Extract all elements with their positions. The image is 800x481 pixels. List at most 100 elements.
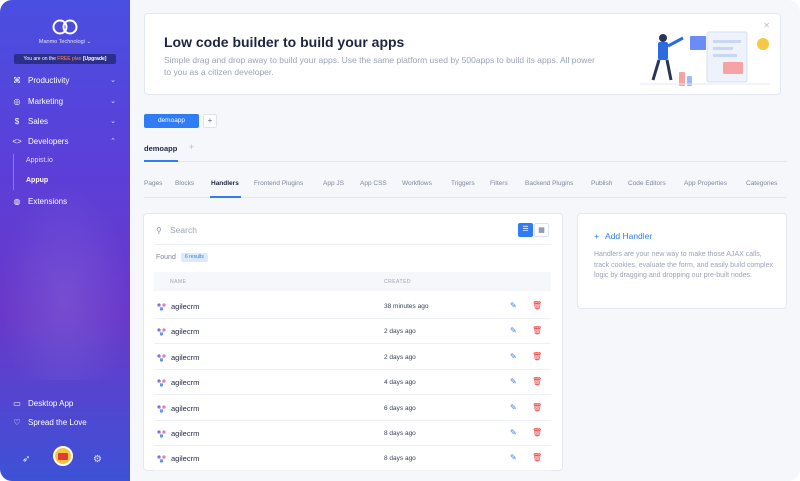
edit-icon[interactable]: ✎ xyxy=(510,326,517,335)
trash-icon[interactable]: 🗑 xyxy=(532,352,542,361)
handler-icon xyxy=(157,354,166,362)
divider xyxy=(144,161,787,162)
tab-handlers[interactable]: Handlers xyxy=(211,180,239,187)
org-name: Manmo Technologi xyxy=(38,39,85,45)
nav-developers[interactable]: <> Developers ⌃ xyxy=(0,133,130,149)
table-row[interactable]: agilecrm 2 days ago ✎ 🗑 xyxy=(154,319,551,345)
tab-filters[interactable]: Filters xyxy=(490,180,508,187)
handler-icon xyxy=(157,404,166,413)
gear-icon[interactable]: ⚙ xyxy=(93,454,102,465)
table-row[interactable]: agilecrm 8 days ago ✎ 🗑 xyxy=(154,421,551,446)
nav-label: Desktop App xyxy=(28,398,74,408)
edit-icon[interactable]: ✎ xyxy=(510,301,517,310)
add-handler-button[interactable]: + Add Handler xyxy=(594,231,652,241)
trash-icon[interactable]: 🗑 xyxy=(532,428,542,437)
handler-name[interactable]: agilecrm xyxy=(171,302,199,311)
avatar[interactable] xyxy=(53,446,73,466)
subnav-divider xyxy=(13,154,14,190)
handlers-list-panel: ⚲ ☰ ▦ Found 6 results NAME CREATED agile… xyxy=(143,213,563,472)
table-row[interactable]: agilecrm 4 days ago ✎ 🗑 xyxy=(154,370,551,396)
monitor-icon: ▭ xyxy=(13,398,21,408)
edit-icon[interactable]: ✎ xyxy=(510,403,517,412)
nav-label: Sales xyxy=(28,116,49,126)
tab-publish[interactable]: Publish xyxy=(591,180,612,187)
edit-icon[interactable]: ✎ xyxy=(510,352,517,361)
tab-categories[interactable]: Categories xyxy=(746,180,777,187)
chevron-down-icon: ⌄ xyxy=(86,39,92,45)
hero-banner: Low code builder to build your apps Simp… xyxy=(144,13,781,95)
hero-title: Low code builder to build your apps xyxy=(164,34,405,50)
nav-label: Spread the Love xyxy=(28,417,87,427)
tab-pages[interactable]: Pages xyxy=(144,180,162,187)
tab-code-editors[interactable]: Code Editors xyxy=(628,180,666,187)
upgrade-link[interactable]: [Upgrade] xyxy=(83,56,107,62)
table-header: NAME CREATED xyxy=(154,272,551,291)
search-icon: ⚲ xyxy=(156,226,162,235)
trash-icon[interactable]: 🗑 xyxy=(532,403,542,412)
chevron-up-icon: ⌃ xyxy=(110,138,116,145)
edit-icon[interactable]: ✎ xyxy=(510,428,517,437)
created-time: 8 days ago xyxy=(384,455,416,463)
nav-desktop-app[interactable]: ▭ Desktop App xyxy=(0,395,130,411)
search-input[interactable] xyxy=(170,223,470,237)
nav-extensions[interactable]: ◍ Extensions xyxy=(0,193,130,209)
table-row[interactable]: agilecrm 6 days ago ✎ 🗑 xyxy=(154,396,551,421)
tab-app-css[interactable]: App CSS xyxy=(360,180,387,187)
divider xyxy=(154,244,551,245)
nav-productivity[interactable]: ⌘ Productivity ⌄ xyxy=(0,72,130,88)
handler-name[interactable]: agilecrm xyxy=(171,429,199,438)
rocket-icon[interactable]: ➶ xyxy=(22,454,30,465)
nav-label: Marketing xyxy=(28,96,64,106)
list-view-button[interactable]: ☰ xyxy=(518,223,533,237)
chevron-down-icon: ⌄ xyxy=(110,77,116,84)
add-tab-icon[interactable]: + xyxy=(189,142,194,152)
tab-app-properties[interactable]: App Properties xyxy=(684,180,727,187)
globe-icon: ◍ xyxy=(13,196,21,206)
app-demoapp-button[interactable]: demoapp xyxy=(144,114,199,128)
created-time: 38 minutes ago xyxy=(384,303,429,310)
handler-name[interactable]: agilecrm xyxy=(171,454,199,463)
tab-workflows[interactable]: Workflows xyxy=(402,180,432,187)
tab-app-js[interactable]: App JS xyxy=(323,180,344,187)
subnav-appup[interactable]: Appup xyxy=(26,177,48,184)
target-icon: ◎ xyxy=(13,96,21,106)
grid-view-button[interactable]: ▦ xyxy=(534,223,549,237)
handler-name[interactable]: agilecrm xyxy=(171,327,199,336)
developer-illustration-icon xyxy=(640,31,770,86)
edit-icon[interactable]: ✎ xyxy=(510,377,517,386)
created-time: 2 days ago xyxy=(384,328,416,336)
tab-triggers[interactable]: Triggers xyxy=(451,180,475,187)
tab-blocks[interactable]: Blocks xyxy=(175,180,194,187)
handler-icon xyxy=(157,303,166,311)
table-row[interactable]: agilecrm 38 minutes ago ✎ 🗑 xyxy=(154,294,551,319)
handler-name[interactable]: agilecrm xyxy=(171,378,199,387)
trash-icon[interactable]: 🗑 xyxy=(532,453,542,462)
table-row[interactable]: agilecrm 8 days ago ✎ 🗑 xyxy=(154,446,551,472)
logo-icon[interactable] xyxy=(52,18,78,36)
trash-icon[interactable]: 🗑 xyxy=(532,301,542,310)
subnav-appist[interactable]: Appist.io xyxy=(26,157,53,164)
found-label: Found xyxy=(156,254,176,261)
trash-icon[interactable]: 🗑 xyxy=(532,377,542,386)
column-header-created[interactable]: CREATED xyxy=(384,279,411,285)
handler-icon xyxy=(157,379,166,387)
results-count-badge: 6 results xyxy=(181,253,208,262)
table-row[interactable]: agilecrm 2 days ago ✎ 🗑 xyxy=(154,345,551,370)
heart-icon: ♡ xyxy=(13,417,21,427)
org-switcher[interactable]: Manmo Technologi ⌄ xyxy=(0,39,130,45)
tab-frontend-plugins[interactable]: Frontend Plugins xyxy=(254,180,303,187)
tab-backend-plugins[interactable]: Backend Plugins xyxy=(525,180,573,187)
handler-name[interactable]: agilecrm xyxy=(171,404,199,413)
edit-icon[interactable]: ✎ xyxy=(510,453,517,462)
handler-name[interactable]: agilecrm xyxy=(171,353,199,362)
tab-demoapp[interactable]: demoapp xyxy=(144,144,177,153)
nav-marketing[interactable]: ◎ Marketing ⌄ xyxy=(0,93,130,109)
nav-sales[interactable]: $ Sales ⌄ xyxy=(0,113,130,129)
column-header-name[interactable]: NAME xyxy=(170,279,186,285)
created-time: 4 days ago xyxy=(384,379,416,387)
command-icon: ⌘ xyxy=(13,75,21,85)
trash-icon[interactable]: 🗑 xyxy=(532,326,542,335)
add-app-button[interactable]: + xyxy=(203,114,217,128)
nav-label: Developers xyxy=(28,136,69,146)
nav-spread-love[interactable]: ♡ Spread the Love xyxy=(0,414,130,430)
